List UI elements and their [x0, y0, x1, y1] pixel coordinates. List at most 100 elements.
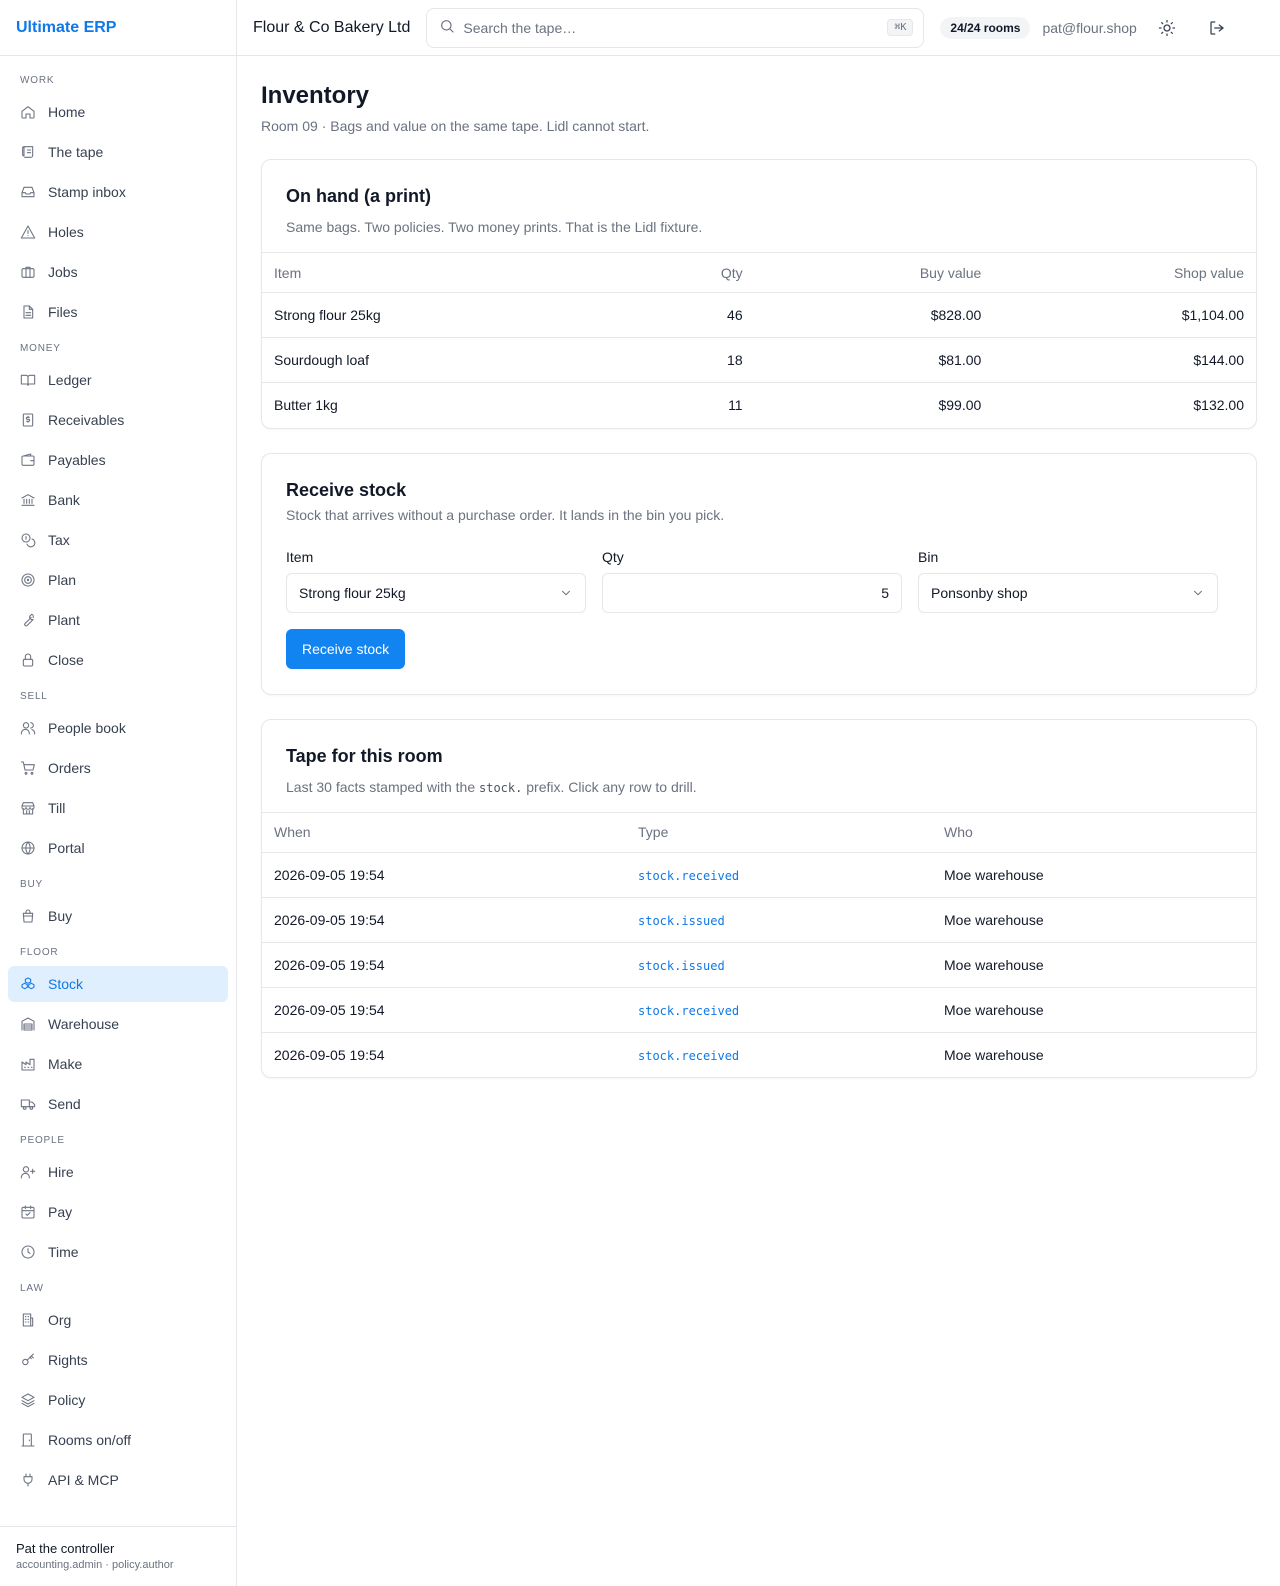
sidebar-item-label: Files: [48, 304, 78, 320]
logout-button[interactable]: [1201, 12, 1233, 44]
sidebar-item-label: Rights: [48, 1352, 88, 1368]
bin-select[interactable]: Ponsonby shop: [918, 572, 1218, 613]
truck-icon: [20, 1096, 36, 1112]
boxes-icon: [20, 976, 36, 992]
user-profile[interactable]: Pat the controller accounting.admin · po…: [0, 1526, 236, 1586]
building-icon: [20, 1312, 36, 1328]
sidebar-item-label: Orders: [48, 760, 91, 776]
tape-description: Last 30 facts stamped with the stock. pr…: [286, 779, 1232, 795]
type-cell: stock.issued: [626, 896, 932, 942]
sidebar-item-rooms-on-off[interactable]: Rooms on/off: [8, 1422, 228, 1458]
sidebar-item-the-tape[interactable]: The tape: [8, 134, 228, 170]
sidebar-item-stock[interactable]: Stock: [8, 966, 228, 1002]
when-cell: 2026-09-05 19:54: [262, 1031, 626, 1077]
company-name[interactable]: Flour & Co Bakery Ltd: [253, 19, 410, 37]
sidebar-item-org[interactable]: Org: [8, 1302, 228, 1338]
sidebar-item-home[interactable]: Home: [8, 94, 228, 130]
lock-icon: [20, 652, 36, 668]
book-open-icon: [20, 372, 36, 388]
table-row: Butter 1kg 11 $99.00 $132.00: [262, 382, 1256, 428]
column-header-item: Item: [262, 252, 627, 293]
sidebar-item-plan[interactable]: Plan: [8, 562, 228, 598]
shop-value-cell: $132.00: [993, 382, 1256, 428]
sidebar-item-label: Stock: [48, 976, 84, 992]
sidebar-item-pay[interactable]: Pay: [8, 1194, 228, 1230]
item-select[interactable]: Strong flour 25kg: [286, 572, 586, 613]
sidebar-nav: Work Home The tape Stamp inbox Holes Jobs File…: [0, 56, 236, 1498]
sidebar-item-warehouse[interactable]: Warehouse: [8, 1006, 228, 1042]
sidebar-item-people-book[interactable]: People book: [8, 710, 228, 746]
sidebar-item-send[interactable]: Send: [8, 1086, 228, 1122]
search-shortcut-hint: ⌘K: [887, 19, 914, 36]
sidebar-item-plant[interactable]: Plant: [8, 602, 228, 638]
scroll-icon: [20, 144, 36, 160]
sidebar-item-label: Policy: [48, 1392, 86, 1408]
sidebar-item-tax[interactable]: Tax: [8, 522, 228, 558]
file-icon: [20, 304, 36, 320]
briefcase-icon: [20, 264, 36, 280]
sidebar-item-receivables[interactable]: Receivables: [8, 402, 228, 438]
table-row: Sourdough loaf 18 $81.00 $144.00: [262, 337, 1256, 383]
sidebar-item-label: Rooms on/off: [48, 1432, 132, 1448]
tape-row[interactable]: 2026-09-05 19:54 stock.issued Moe warehous…: [262, 941, 1256, 987]
item-cell: Butter 1kg: [262, 382, 627, 428]
sidebar-item-rights[interactable]: Rights: [8, 1342, 228, 1378]
sidebar-item-holes[interactable]: Holes: [8, 214, 228, 250]
sidebar-item-close[interactable]: Close: [8, 642, 228, 678]
nav-section-law: Law: [20, 1282, 44, 1294]
tape-row[interactable]: 2026-09-05 19:54 stock.received Moe wareho…: [262, 1031, 1256, 1077]
sidebar-item-hire[interactable]: Hire: [8, 1154, 228, 1190]
sidebar-item-label: Holes: [48, 224, 84, 240]
who-cell: Moe warehouse: [932, 851, 1256, 897]
app-logo[interactable]: Ultimate ERP: [0, 0, 236, 56]
sidebar-item-label: Tax: [48, 532, 70, 548]
tape-row[interactable]: 2026-09-05 19:54 stock.received Moe wareho…: [262, 986, 1256, 1032]
sidebar-item-portal[interactable]: Portal: [8, 830, 228, 866]
qty-cell: 46: [626, 292, 755, 338]
sidebar-item-label: Close: [48, 652, 84, 668]
on-hand-title: On hand (a print): [286, 186, 431, 206]
tape-row[interactable]: 2026-09-05 19:54 stock.received Moe wareho…: [262, 851, 1256, 897]
sidebar-item-label: Hire: [48, 1164, 74, 1180]
sidebar-item-stamp-inbox[interactable]: Stamp inbox: [8, 174, 228, 210]
buy-value-cell: $828.00: [754, 292, 994, 338]
sidebar-item-label: Home: [48, 104, 86, 120]
theme-toggle-button[interactable]: [1151, 12, 1183, 44]
item-cell: Sourdough loaf: [262, 337, 627, 383]
receive-stock-card: Receive stock Stock that arrives without…: [261, 452, 1257, 695]
sidebar: Ultimate ERP Work Home The tape Stamp inbox…: [0, 0, 237, 1586]
column-header-when: When: [262, 811, 626, 852]
receipt-icon: [20, 412, 36, 428]
sidebar-item-ledger[interactable]: Ledger: [8, 362, 228, 398]
search-icon: [439, 18, 455, 37]
qty-input[interactable]: [615, 584, 889, 601]
tape-row[interactable]: 2026-09-05 19:54 stock.issued Moe warehous…: [262, 896, 1256, 942]
sidebar-item-payables[interactable]: Payables: [8, 442, 228, 478]
qty-field[interactable]: [602, 572, 902, 613]
column-header-shop-value: Shop value: [993, 252, 1256, 293]
event-type-code: stock.received: [638, 1048, 740, 1063]
type-cell: stock.issued: [626, 941, 932, 987]
sidebar-item-make[interactable]: Make: [8, 1046, 228, 1082]
sidebar-item-bank[interactable]: Bank: [8, 482, 228, 518]
sidebar-item-buy[interactable]: Buy: [8, 898, 228, 934]
search-box[interactable]: ⌘K: [426, 7, 925, 48]
sidebar-item-label: Plan: [48, 572, 77, 588]
receive-stock-button[interactable]: Receive stock: [286, 628, 406, 669]
sidebar-item-label: Send: [48, 1096, 81, 1112]
target-icon: [20, 572, 36, 588]
who-cell: Moe warehouse: [932, 1031, 1256, 1077]
item-label: Item: [286, 548, 314, 565]
user-name: Pat the controller: [16, 1541, 115, 1556]
column-header-type: Type: [626, 811, 932, 852]
sidebar-item-files[interactable]: Files: [8, 294, 228, 330]
sidebar-item-time[interactable]: Time: [8, 1234, 228, 1270]
sidebar-item-policy[interactable]: Policy: [8, 1382, 228, 1418]
sidebar-item-orders[interactable]: Orders: [8, 750, 228, 786]
sidebar-item-till[interactable]: Till: [8, 790, 228, 826]
page-title: Inventory: [261, 82, 370, 109]
search-input[interactable]: [463, 19, 888, 36]
sidebar-item-jobs[interactable]: Jobs: [8, 254, 228, 290]
qty-cell: 18: [626, 337, 755, 383]
sidebar-item-api-and-mcp[interactable]: API & MCP: [8, 1462, 228, 1498]
